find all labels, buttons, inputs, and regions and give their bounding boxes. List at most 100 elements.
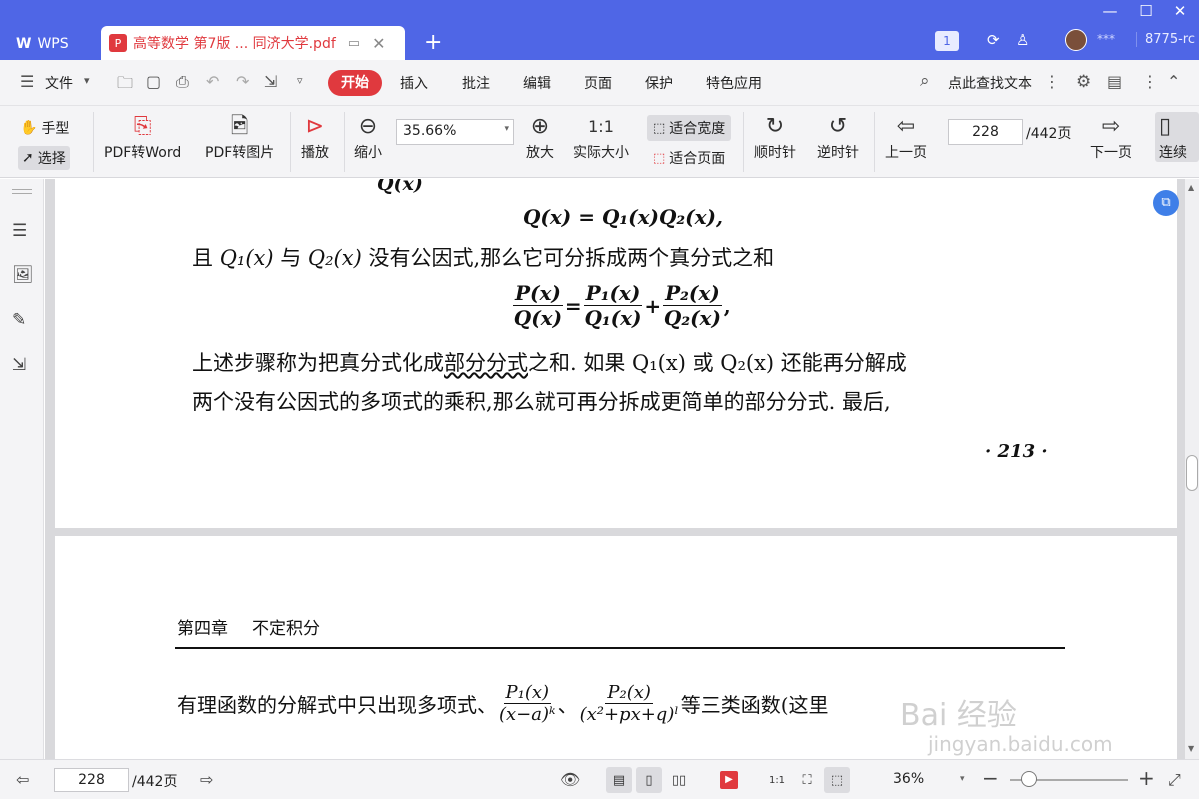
- zoom-select[interactable]: 35.66% ▾: [396, 119, 514, 145]
- prev-page-button[interactable]: ⇦ 上一页: [885, 112, 927, 162]
- tab-wps-home[interactable]: W WPS: [8, 28, 100, 60]
- chevron-down-icon[interactable]: ▾: [84, 74, 90, 87]
- export-icon[interactable]: ⇲: [264, 72, 277, 91]
- pdf-to-word-button[interactable]: ⎘ PDF转Word: [104, 112, 181, 162]
- fraction-equation: P(x) Q(x) = P₁(x) Q₁(x) + P₂(x) Q₂(x) ,: [513, 281, 731, 330]
- search-text-button[interactable]: 点此查找文本: [948, 73, 1032, 93]
- tab-document[interactable]: P 高等数学 第7版 ... 同济大学.pdf ▭ ✕: [101, 26, 405, 60]
- outline-list-icon[interactable]: ☰: [12, 221, 27, 241]
- pdf-page: Q(x) Q(x) = Q₁(x)Q₂(x), 且 Q₁(x) 与 Q₂(x) …: [55, 179, 1177, 528]
- fraction: P₂(x) (x²+px+q)ˡ: [580, 682, 679, 725]
- fit-width-icon[interactable]: ⬚: [824, 767, 850, 793]
- math-fragment: Q₂(x): [307, 246, 362, 270]
- cloud-sync-icon[interactable]: ⟳: [987, 31, 1000, 49]
- minimize-button[interactable]: —: [1096, 2, 1124, 20]
- floating-tool-button[interactable]: ⧉: [1153, 190, 1179, 216]
- more-options-icon[interactable]: ⋮: [1142, 72, 1158, 91]
- skin-shirt-icon[interactable]: ♙: [1016, 31, 1029, 49]
- fit-page-button[interactable]: ⬚ 适合页面: [647, 145, 731, 171]
- user-id[interactable]: 8775-rc: [1136, 32, 1195, 47]
- menu-annotate[interactable]: 批注: [462, 73, 490, 93]
- menu-special[interactable]: 特色应用: [706, 73, 762, 93]
- window-count-badge[interactable]: 1: [935, 31, 959, 51]
- rotate-clockwise-button[interactable]: ↻ 顺时针: [754, 112, 796, 162]
- actual-size-icon[interactable]: 1:1: [764, 767, 790, 793]
- next-page-button[interactable]: ⇨ 下一页: [1090, 112, 1132, 162]
- menu-page[interactable]: 页面: [584, 73, 612, 93]
- zoom-out-icon[interactable]: −: [982, 766, 999, 790]
- close-tab-icon[interactable]: ✕: [372, 34, 385, 53]
- maximize-button[interactable]: ☐: [1132, 2, 1160, 20]
- text-fragment: 之和. 如果 Q₁(x) 或 Q₂(x) 还能再分解成: [528, 351, 907, 375]
- scrollbar-thumb[interactable]: [1186, 455, 1198, 491]
- hamburger-menu-icon[interactable]: ☰: [20, 72, 34, 91]
- chevron-down-icon[interactable]: ▾: [960, 774, 965, 784]
- comment-icon[interactable]: ▤: [1107, 72, 1122, 91]
- text-fragment: 有理函数的分解式中只出现多项式、: [177, 693, 497, 717]
- page-number-input[interactable]: 228: [948, 119, 1023, 145]
- vertical-scrollbar[interactable]: ▲ ▼: [1185, 179, 1199, 759]
- close-window-button[interactable]: ✕: [1166, 2, 1194, 20]
- text-fragment: 等三类函数(这里: [680, 693, 829, 717]
- book-view-icon[interactable]: ▯▯: [666, 767, 692, 793]
- sidebar-grip[interactable]: [12, 193, 32, 194]
- menu-file[interactable]: 文件: [45, 73, 73, 93]
- menu-edit[interactable]: 编辑: [523, 73, 551, 93]
- arrow-left-icon[interactable]: ⇦: [16, 770, 29, 789]
- play-slideshow-icon[interactable]: ▶: [716, 767, 742, 793]
- play-button[interactable]: ⊳ 播放: [301, 112, 329, 162]
- zoom-slider-knob[interactable]: [1021, 771, 1037, 787]
- denominator: (x−a)ᵏ: [499, 704, 556, 725]
- gear-icon[interactable]: ⚙: [1076, 72, 1091, 92]
- status-page-input[interactable]: 228: [54, 768, 129, 792]
- menu-start[interactable]: 开始: [328, 70, 382, 96]
- zoom-out-button[interactable]: ⊖ 缩小: [354, 112, 382, 162]
- redo-icon[interactable]: ↷: [236, 72, 249, 91]
- menu-insert[interactable]: 插入: [400, 73, 428, 93]
- continuous-mode-button[interactable]: ▯ 连续: [1155, 112, 1199, 162]
- actual-size-button[interactable]: 1:1 实际大小: [573, 112, 629, 162]
- fullscreen-icon[interactable]: ⤢: [1168, 770, 1181, 790]
- quick-access-dropdown-icon[interactable]: ▿: [297, 74, 303, 87]
- fit-width-icon: ⬚: [653, 120, 666, 136]
- scroll-up-icon[interactable]: ▲: [1188, 183, 1194, 192]
- zoom-percent[interactable]: 36%: [893, 771, 924, 787]
- menu-protect[interactable]: 保护: [645, 73, 673, 93]
- document-viewer[interactable]: Q(x) Q(x) = Q₁(x)Q₂(x), 且 Q₁(x) 与 Q₂(x) …: [45, 179, 1185, 759]
- collapse-ribbon-icon[interactable]: ⌃: [1167, 72, 1180, 91]
- chapter-header: 第四章 不定积分: [177, 614, 320, 639]
- watermark-url: jingyan.baidu.com: [928, 732, 1113, 756]
- pdf-to-image-button[interactable]: 🖻 PDF转图片: [205, 112, 274, 162]
- text-line: 有理函数的分解式中只出现多项式、 P₁(x) (x−a)ᵏ 、 P₂(x) (x²+…: [177, 682, 829, 725]
- zoom-out-label: 缩小: [354, 145, 382, 161]
- avatar[interactable]: [1065, 29, 1087, 51]
- zoom-in-button[interactable]: ⊕ 放大: [526, 112, 554, 162]
- fit-page-icon[interactable]: ⛶: [794, 767, 820, 793]
- scroll-down-icon[interactable]: ▼: [1188, 744, 1194, 753]
- monitor-icon[interactable]: ▭: [348, 36, 360, 51]
- print-icon[interactable]: ⎙: [176, 72, 189, 92]
- undo-icon[interactable]: ↶: [206, 72, 219, 91]
- single-page-view-icon[interactable]: ▯: [636, 767, 662, 793]
- text-fragment: 没有公因式,那么它可分拆成两个真分式之和: [361, 246, 775, 270]
- pen-annotation-icon[interactable]: ✎: [12, 310, 26, 330]
- new-tab-button[interactable]: +: [424, 30, 442, 55]
- fit-width-button[interactable]: ⬚ 适合宽度: [647, 115, 732, 141]
- rotate-clockwise-icon: ↻: [765, 114, 785, 139]
- hand-tool-button[interactable]: ✋ 手型: [20, 118, 69, 138]
- open-folder-icon[interactable]: 🗀: [117, 72, 133, 99]
- save-icon[interactable]: ▢: [146, 72, 161, 91]
- two-page-view-icon[interactable]: ▤: [606, 767, 632, 793]
- eye-protection-icon[interactable]: 👁: [560, 770, 580, 789]
- rotate-counterclockwise-button[interactable]: ↺ 逆时针: [817, 112, 859, 162]
- thumbnail-image-icon[interactable]: 🖼: [12, 265, 34, 285]
- select-tool-button[interactable]: ➚ 选择: [18, 146, 70, 170]
- export-document-icon[interactable]: ⇲: [12, 355, 26, 375]
- sidebar-grip[interactable]: [12, 189, 32, 190]
- arrow-right-icon[interactable]: ⇨: [200, 770, 213, 789]
- chevron-down-icon: ▾: [504, 124, 509, 134]
- text-fragment: 与: [273, 246, 308, 270]
- search-icon[interactable]: ⌕: [920, 71, 930, 91]
- zoom-in-icon[interactable]: +: [1138, 766, 1155, 790]
- more-vertical-icon[interactable]: ⋮: [1044, 72, 1060, 91]
